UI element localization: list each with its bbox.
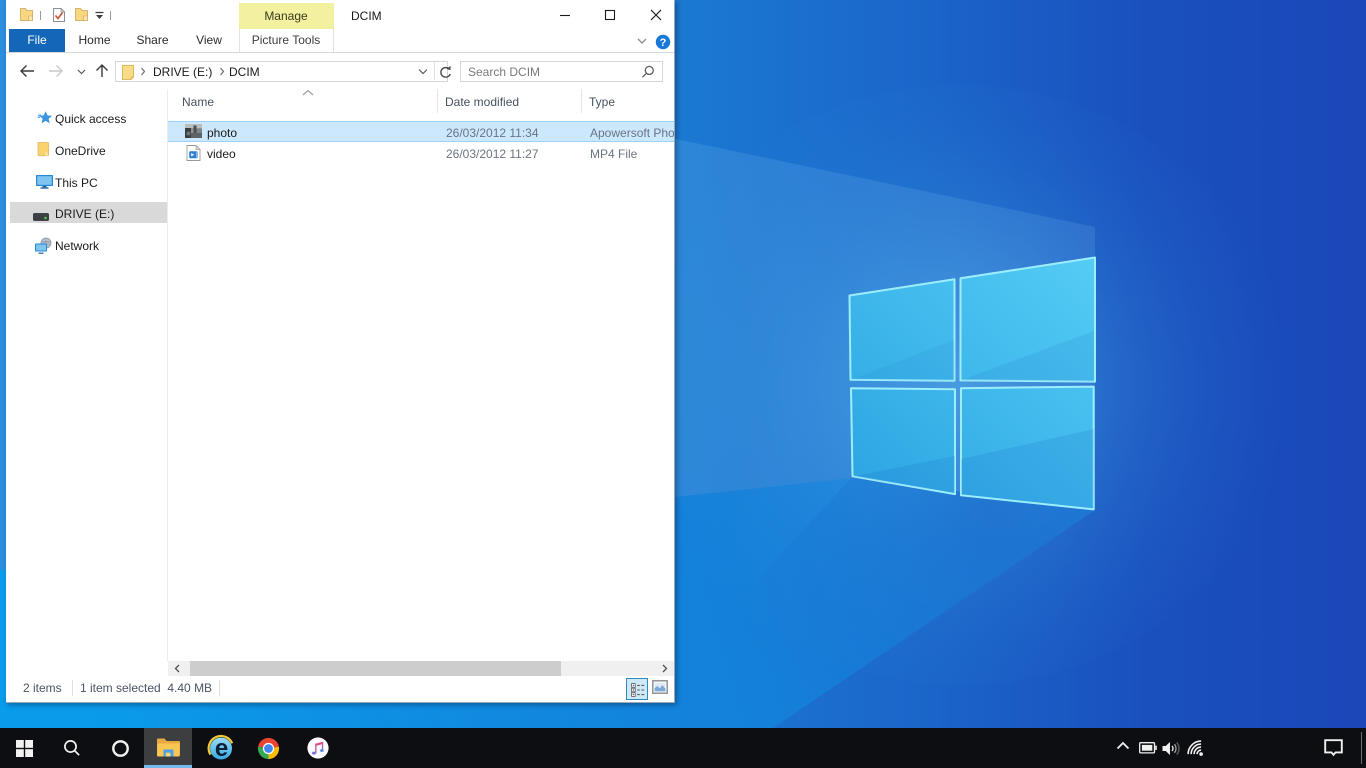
svg-text:?: ? — [660, 37, 667, 49]
svg-text:e: e — [215, 735, 228, 762]
